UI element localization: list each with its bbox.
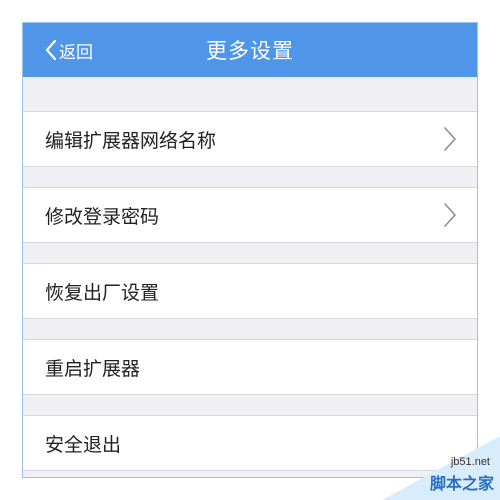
- section-gap: [23, 395, 477, 415]
- page-title: 更多设置: [206, 39, 294, 63]
- menu-item-restart-extender[interactable]: 重启扩展器: [23, 339, 477, 395]
- menu-item-label: 重启扩展器: [45, 358, 141, 380]
- chevron-right-icon: [443, 126, 457, 156]
- section-gap: [23, 77, 477, 111]
- menu-item-safe-logout[interactable]: 安全退出: [23, 415, 477, 471]
- section-gap: [23, 167, 477, 187]
- menu-item-label: 恢复出厂设置: [45, 282, 160, 304]
- menu-item-change-password[interactable]: 修改登录密码: [23, 187, 477, 243]
- chevron-right-icon: [443, 202, 457, 232]
- menu-item-label: 安全退出: [45, 434, 122, 456]
- nav-bar: 返回 更多设置: [23, 23, 477, 77]
- menu-item-factory-reset[interactable]: 恢复出厂设置: [23, 263, 477, 319]
- section-gap: [23, 319, 477, 339]
- section-gap: [23, 243, 477, 263]
- menu-item-edit-network-name[interactable]: 编辑扩展器网络名称: [23, 111, 477, 167]
- menu-item-label: 编辑扩展器网络名称: [45, 130, 217, 152]
- phone-screen: 返回 更多设置 编辑扩展器网络名称 修改登录密码 恢复出厂设置 重启扩展器 安全…: [22, 22, 478, 478]
- settings-list: 编辑扩展器网络名称 修改登录密码 恢复出厂设置 重启扩展器 安全退出: [23, 77, 477, 471]
- menu-item-label: 修改登录密码: [45, 206, 160, 228]
